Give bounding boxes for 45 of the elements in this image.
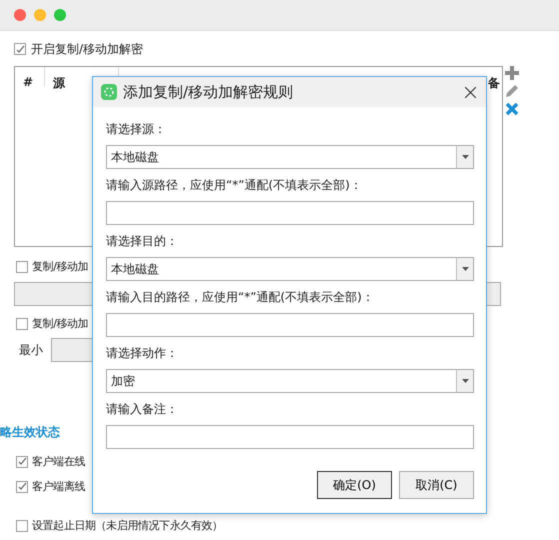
dropdown[interactable]: 本地磁盘 xyxy=(106,145,474,169)
caret-icon xyxy=(462,155,468,159)
input-field[interactable] xyxy=(106,425,474,449)
app-icon xyxy=(101,84,117,100)
field-label: 请输入备注： xyxy=(106,401,178,418)
field-label: 请输入源路径，应使用“*”通配(不填表示全部)： xyxy=(106,177,362,194)
field-label: 请选择源： xyxy=(106,121,166,138)
caret-icon xyxy=(462,379,468,383)
dropdown[interactable]: 本地磁盘 xyxy=(106,257,474,281)
checkbox[interactable] xyxy=(16,260,28,272)
dialog-button[interactable]: 取消(C) xyxy=(399,471,474,499)
pencil-icon[interactable] xyxy=(505,84,519,98)
checkbox[interactable] xyxy=(16,318,28,330)
check-icon xyxy=(18,457,26,466)
field-label: 请选择目的： xyxy=(106,233,178,250)
minimize-dot[interactable] xyxy=(34,9,46,21)
checkbox[interactable] xyxy=(14,43,26,55)
dialog-button[interactable]: 确定(O) xyxy=(317,471,392,499)
checkbox-label: 设置起止日期（未启用情况下永久有效） xyxy=(32,518,223,533)
add-icon[interactable] xyxy=(505,66,519,80)
checkbox-label: 客户端离线 xyxy=(32,479,86,494)
input-field[interactable] xyxy=(106,201,474,225)
dropdown[interactable]: 加密 xyxy=(106,369,474,393)
check-icon xyxy=(18,482,26,491)
field-label: 最小 xyxy=(19,342,43,358)
check-icon xyxy=(16,44,24,54)
checkbox-label: 复制/移动加 xyxy=(32,259,88,274)
checkbox[interactable] xyxy=(16,520,28,532)
input-field[interactable] xyxy=(106,313,474,337)
maximize-dot[interactable] xyxy=(54,9,66,21)
checkbox-label: 开启复制/移动加解密 xyxy=(31,40,144,58)
column-header: # xyxy=(15,67,45,87)
checkbox[interactable] xyxy=(16,480,28,492)
section-title: 略生效状态 xyxy=(0,424,60,441)
dialog-title: 添加复制/移动加解密规则 xyxy=(123,82,294,102)
checkbox[interactable] xyxy=(16,456,28,468)
close-dot[interactable] xyxy=(14,9,26,21)
field-label: 请输入目的路径，应使用“*”通配(不填表示全部)： xyxy=(106,289,374,306)
column-header: 备 xyxy=(487,75,501,87)
checkbox-label: 客户端在线 xyxy=(32,454,86,469)
delete-icon[interactable] xyxy=(505,102,519,116)
close-icon[interactable] xyxy=(465,86,476,98)
caret-icon xyxy=(462,267,468,271)
checkbox-label: 复制/移动加 xyxy=(32,316,88,331)
field-label: 请选择动作： xyxy=(106,345,178,362)
